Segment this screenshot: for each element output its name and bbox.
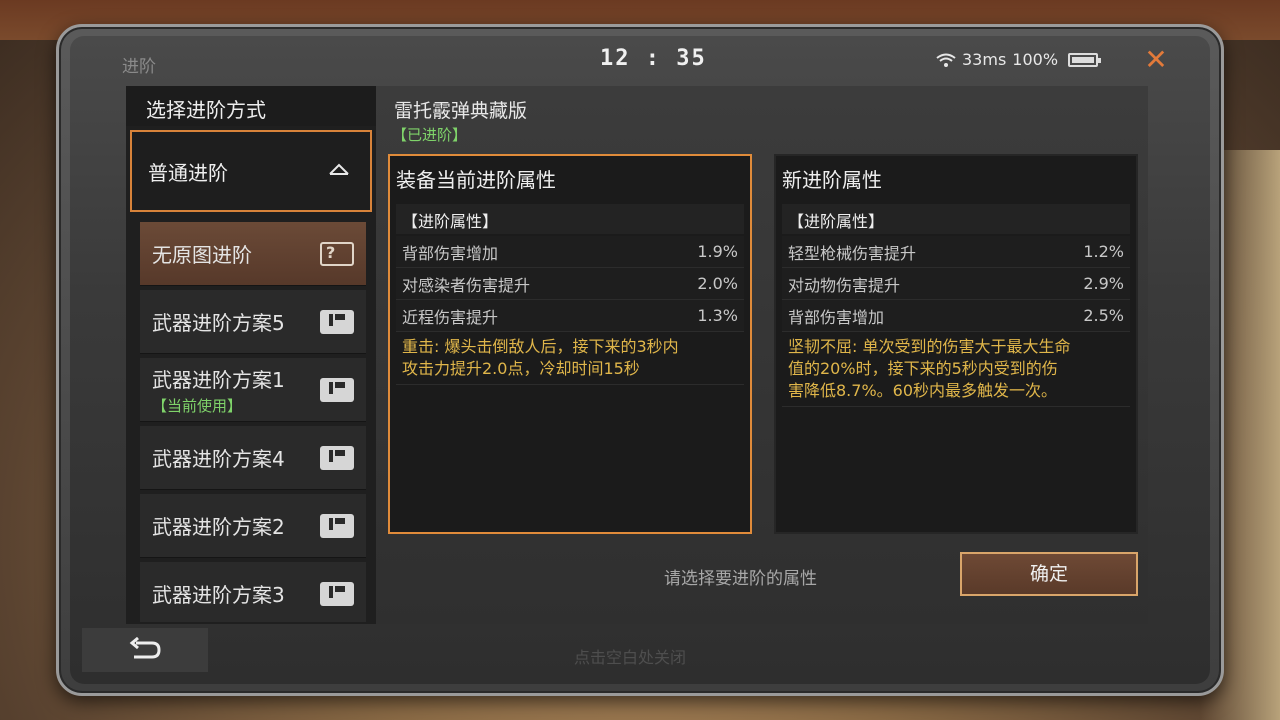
chevron-up-icon xyxy=(329,163,349,175)
plan-item[interactable]: 武器进阶方案4 xyxy=(140,426,366,490)
weapon-name: 雷托霰弹典藏版 xyxy=(394,100,528,122)
ping-value: 33ms xyxy=(962,50,1007,69)
normal-advance-dropdown[interactable]: 普通进阶 xyxy=(130,130,372,212)
window-title: 进阶 xyxy=(122,57,156,77)
dropdown-label: 普通进阶 xyxy=(148,160,228,185)
current-attributes-panel[interactable]: 装备当前进阶属性 【进阶属性】 背部伤害增加 1.9% 对感染者伤害提升 2.0% 近程… xyxy=(388,154,752,534)
plan-list[interactable]: 无原图进阶武器进阶方案5武器进阶方案1【当前使用】武器进阶方案4武器进阶方案2武… xyxy=(140,222,366,622)
question-doc-icon xyxy=(320,242,354,266)
attribute-label: 轻型枪械伤害提升 xyxy=(788,243,917,263)
attributes-section-header: 【进阶属性】 xyxy=(782,204,1130,234)
attribute-label: 对感染者伤害提升 xyxy=(402,275,531,295)
plan-item[interactable]: 武器进阶方案1 【当前使用】 xyxy=(140,358,366,422)
description-line: 害降低8.7%。60秒内最多触发一次。 xyxy=(788,381,1058,400)
current-attributes-title: 装备当前进阶属性 xyxy=(396,168,556,192)
doc-icon xyxy=(320,514,354,538)
attribute-value: 2.5% xyxy=(1083,306,1124,325)
attribute-value: 2.9% xyxy=(1083,274,1124,293)
select-hint: 请选择要进阶的属性 xyxy=(664,569,817,589)
attribute-value: 1.2% xyxy=(1083,242,1124,261)
status-bar: 33ms 100% xyxy=(936,50,1102,69)
close-hint: 点击空白处关闭 xyxy=(574,648,687,667)
attribute-description: 重击: 爆头击倒敌人后，接下来的3秒内 攻击力提升2.0点，冷却时间15秒 xyxy=(396,332,744,385)
attribute-value: 2.0% xyxy=(697,274,738,293)
advance-dialog: 进阶 12 : 35 33ms 100% ✕ 选择进阶方式 普通进阶 无原图进阶… xyxy=(70,36,1210,684)
attribute-value: 1.3% xyxy=(697,306,738,325)
plan-item[interactable]: 武器进阶方案2 xyxy=(140,494,366,558)
doc-icon xyxy=(320,310,354,334)
battery-icon xyxy=(1068,52,1102,67)
attribute-label: 近程伤害提升 xyxy=(402,307,499,327)
attribute-label: 背部伤害增加 xyxy=(788,307,885,327)
back-arrow-icon xyxy=(129,637,161,659)
description-line: 坚韧不屈: 单次受到的伤害大于最大生命 xyxy=(788,337,1071,356)
battery-value: 100% xyxy=(1012,50,1059,69)
advance-method-panel: 选择进阶方式 普通进阶 无原图进阶武器进阶方案5武器进阶方案1【当前使用】武器进… xyxy=(126,86,376,624)
plan-item[interactable]: 武器进阶方案5 xyxy=(140,290,366,354)
doc-icon xyxy=(320,582,354,606)
back-button[interactable] xyxy=(82,628,208,672)
plan-item[interactable]: 无原图进阶 xyxy=(140,222,366,286)
attribute-value: 1.9% xyxy=(697,242,738,261)
new-attributes-title: 新进阶属性 xyxy=(782,168,882,192)
description-line: 重击: 爆头击倒敌人后，接下来的3秒内 xyxy=(402,337,679,356)
attributes-section-header: 【进阶属性】 xyxy=(396,204,744,234)
clock: 12 : 35 xyxy=(600,46,707,71)
plan-item[interactable]: 武器进阶方案3 xyxy=(140,562,366,622)
attribute-label: 对动物伤害提升 xyxy=(788,275,901,295)
attribute-row: 对感染者伤害提升 2.0% xyxy=(396,268,744,300)
attribute-row: 背部伤害增加 2.5% xyxy=(782,300,1130,332)
new-attributes-panel[interactable]: 新进阶属性 【进阶属性】 轻型枪械伤害提升 1.2% 对动物伤害提升 2.9% 背部伤害… xyxy=(774,154,1138,534)
attribute-row: 轻型枪械伤害提升 1.2% xyxy=(782,236,1130,268)
weapon-status: 【已进阶】 xyxy=(392,126,468,144)
attribute-row: 对动物伤害提升 2.9% xyxy=(782,268,1130,300)
description-line: 值的20%时，接下来的5秒内受到的伤 xyxy=(788,359,1058,378)
attribute-description: 坚韧不屈: 单次受到的伤害大于最大生命 值的20%时，接下来的5秒内受到的伤 害降低… xyxy=(782,332,1130,407)
confirm-button[interactable]: 确定 xyxy=(960,552,1138,596)
doc-icon xyxy=(320,446,354,470)
attribute-row: 近程伤害提升 1.3% xyxy=(396,300,744,332)
attribute-label: 背部伤害增加 xyxy=(402,243,499,263)
close-button[interactable]: ✕ xyxy=(1140,44,1172,76)
description-line: 攻击力提升2.0点，冷却时间15秒 xyxy=(402,359,640,378)
doc-icon xyxy=(320,378,354,402)
wifi-icon xyxy=(936,53,956,67)
panel-header: 选择进阶方式 xyxy=(126,86,376,126)
attribute-row: 背部伤害增加 1.9% xyxy=(396,236,744,268)
